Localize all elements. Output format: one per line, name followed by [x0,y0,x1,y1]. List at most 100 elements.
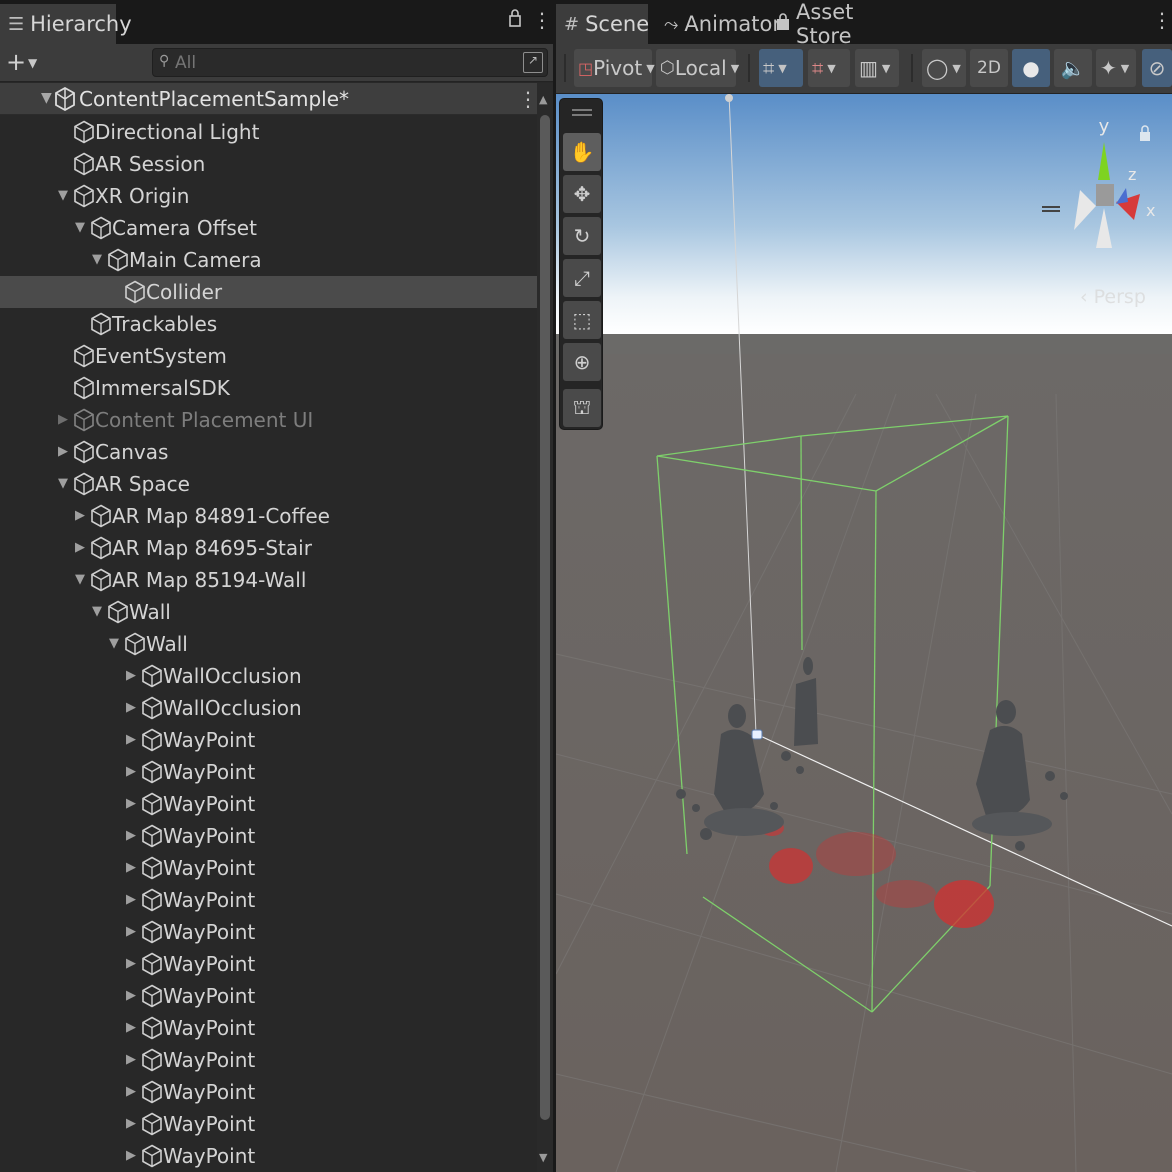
lighting-toggle[interactable]: ● [1012,49,1050,87]
collapse-arrow-icon[interactable]: ▶ [75,540,85,555]
hierarchy-row[interactable]: ▶ WayPoint [0,852,537,884]
search-field[interactable]: ⚲ ↗ [152,48,548,77]
expand-arrow-icon[interactable]: ▼ [75,220,85,235]
transform-tool-button[interactable]: ⊕ [563,343,601,381]
hierarchy-row[interactable]: ▶ WayPoint [0,948,537,980]
collapse-arrow-icon[interactable]: ▶ [126,1084,136,1099]
collapse-arrow-icon[interactable]: ▶ [126,732,136,747]
tab-scene[interactable]: # Scene [556,4,649,44]
expand-arrow-icon[interactable]: ▼ [75,572,85,587]
hierarchy-row[interactable]: ▶ WayPoint [0,1076,537,1108]
add-button[interactable]: + [6,48,26,76]
audio-toggle[interactable]: 🔈 [1054,49,1092,87]
hierarchy-row[interactable]: ▼ Wall [0,628,537,660]
hierarchy-row[interactable]: AR Session [0,148,537,180]
rotate-tool-button[interactable]: ↻ [563,217,601,255]
increment-snap-toggle[interactable]: ⌗ ▼ [808,49,850,87]
collapse-arrow-icon[interactable]: ▶ [126,1148,136,1163]
search-scope-icon[interactable]: ↗ [523,52,543,73]
hierarchy-row[interactable]: ▶ WayPoint [0,916,537,948]
collapse-arrow-icon[interactable]: ▶ [58,444,68,459]
hierarchy-row[interactable]: ▼ XR Origin [0,180,537,212]
hierarchy-row[interactable]: ▶ WayPoint [0,980,537,1012]
add-dropdown-icon[interactable]: ▼ [28,56,37,70]
scene-menu-icon[interactable]: ⋮ [518,87,538,111]
collapse-arrow-icon[interactable]: ▶ [126,1020,136,1035]
expand-arrow-icon[interactable]: ▼ [92,604,102,619]
hierarchy-row[interactable]: ImmersalSDK [0,372,537,404]
hierarchy-row[interactable]: ▶ Content Placement UI [0,404,537,436]
collapse-arrow-icon[interactable]: ▶ [126,828,136,843]
custom-tool-button[interactable]: ⛫ [563,389,601,427]
expand-arrow-icon[interactable]: ▼ [58,476,68,491]
tab-animator[interactable]: ⤳ Animator [656,4,781,44]
collapse-arrow-icon[interactable]: ▶ [126,924,136,939]
hierarchy-row[interactable]: ▶ WayPoint [0,884,537,916]
hierarchy-row[interactable]: ▶ WayPoint [0,756,537,788]
camera-icon[interactable] [751,729,763,740]
collapse-arrow-icon[interactable]: ▶ [75,508,85,523]
hierarchy-row[interactable]: ▼ AR Map 85194-Wall [0,564,537,596]
collapse-arrow-icon[interactable]: ▶ [58,412,68,427]
effects-dropdown[interactable]: ✦ ▼ [1096,49,1136,87]
hierarchy-row[interactable]: EventSystem [0,340,537,372]
move-tool-button[interactable]: ✥ [563,175,601,213]
hierarchy-row[interactable]: ▶ WallOcclusion [0,692,537,724]
hand-tool-button[interactable]: ✋ [563,133,601,171]
hierarchy-row[interactable]: ▼ Main Camera [0,244,537,276]
collapse-arrow-icon[interactable]: ▶ [126,956,136,971]
draw-mode-dropdown[interactable]: ◯ ▼ [922,49,966,87]
light-icon[interactable] [725,94,733,102]
scene-root-row[interactable]: ▼ ContentPlacementSample* ⋮ [0,83,538,115]
collapse-arrow-icon[interactable]: ▶ [126,860,136,875]
grid-visibility-toggle[interactable]: ▥ ▼ [855,49,899,87]
hierarchy-row[interactable]: ▼ Wall [0,596,537,628]
collapse-arrow-icon[interactable]: ▶ [126,1052,136,1067]
hierarchy-row[interactable]: ▶ AR Map 84891-Coffee [0,500,537,532]
expand-arrow-icon[interactable]: ▼ [58,188,68,203]
projection-label[interactable]: ‹ Persp [1080,286,1146,308]
mode-2d-toggle[interactable]: 2D [970,49,1008,87]
hierarchy-row[interactable]: ▶ Canvas [0,436,537,468]
scene-viewport[interactable]: y z x ‹ Persp ✋ ✥ ↻ ⤢ ⬚ ⊕ ⛫ [556,94,1172,1172]
local-dropdown[interactable]: ⬡ Local ▼ [656,49,739,87]
collapse-arrow-icon[interactable]: ▶ [126,892,136,907]
hierarchy-row[interactable]: ▶ WallOcclusion [0,660,537,692]
collapse-arrow-icon[interactable]: ▶ [126,988,136,1003]
hierarchy-row[interactable]: Collider [0,276,537,308]
collapse-arrow-icon[interactable]: ▶ [126,764,136,779]
scene-kebab-icon[interactable]: ⋮ [1152,8,1172,32]
tab-hierarchy[interactable]: ☰ Hierarchy [0,4,132,44]
scroll-thumb[interactable] [540,115,550,1120]
scroll-down-icon[interactable]: ▼ [539,1151,547,1164]
collapse-arrow-icon[interactable]: ▶ [126,1116,136,1131]
scale-tool-button[interactable]: ⤢ [563,259,601,297]
overlay-grip[interactable] [572,109,592,111]
gizmo-menu-icon[interactable] [1042,206,1060,208]
kebab-menu-icon[interactable]: ⋮ [532,8,552,32]
hierarchy-scrollbar[interactable]: ▲ ▼ [537,83,553,1172]
collapse-arrow-icon[interactable]: ▶ [126,668,136,683]
expand-arrow-icon[interactable]: ▼ [109,636,119,651]
scroll-up-icon[interactable]: ▲ [539,93,547,106]
search-input[interactable] [175,51,525,74]
hierarchy-row[interactable]: ▶ AR Map 84695-Stair [0,532,537,564]
expand-arrow-icon[interactable]: ▼ [92,252,102,267]
lock-icon[interactable] [508,8,522,33]
expand-arrow-icon[interactable]: ▼ [41,90,52,106]
tab-asset-store[interactable]: Asset Store [768,0,896,48]
grid-snap-toggle[interactable]: ⌗ ▼ [759,49,803,87]
hierarchy-row[interactable]: ▶ WayPoint [0,1012,537,1044]
hierarchy-row[interactable]: ▶ WayPoint [0,724,537,756]
hierarchy-row[interactable]: ▶ WayPoint [0,788,537,820]
collapse-arrow-icon[interactable]: ▶ [126,700,136,715]
hierarchy-row[interactable]: Directional Light [0,116,537,148]
hierarchy-row[interactable]: Trackables [0,308,537,340]
hierarchy-row[interactable]: ▶ WayPoint [0,1108,537,1140]
hierarchy-row[interactable]: ▶ WayPoint [0,820,537,852]
rect-tool-button[interactable]: ⬚ [563,301,601,339]
scene-visibility-toggle[interactable]: ⊘ [1142,49,1172,87]
scene-view-render[interactable]: y z x [556,94,1172,1172]
hierarchy-row[interactable]: ▶ WayPoint [0,1140,537,1172]
collapse-arrow-icon[interactable]: ▶ [126,796,136,811]
